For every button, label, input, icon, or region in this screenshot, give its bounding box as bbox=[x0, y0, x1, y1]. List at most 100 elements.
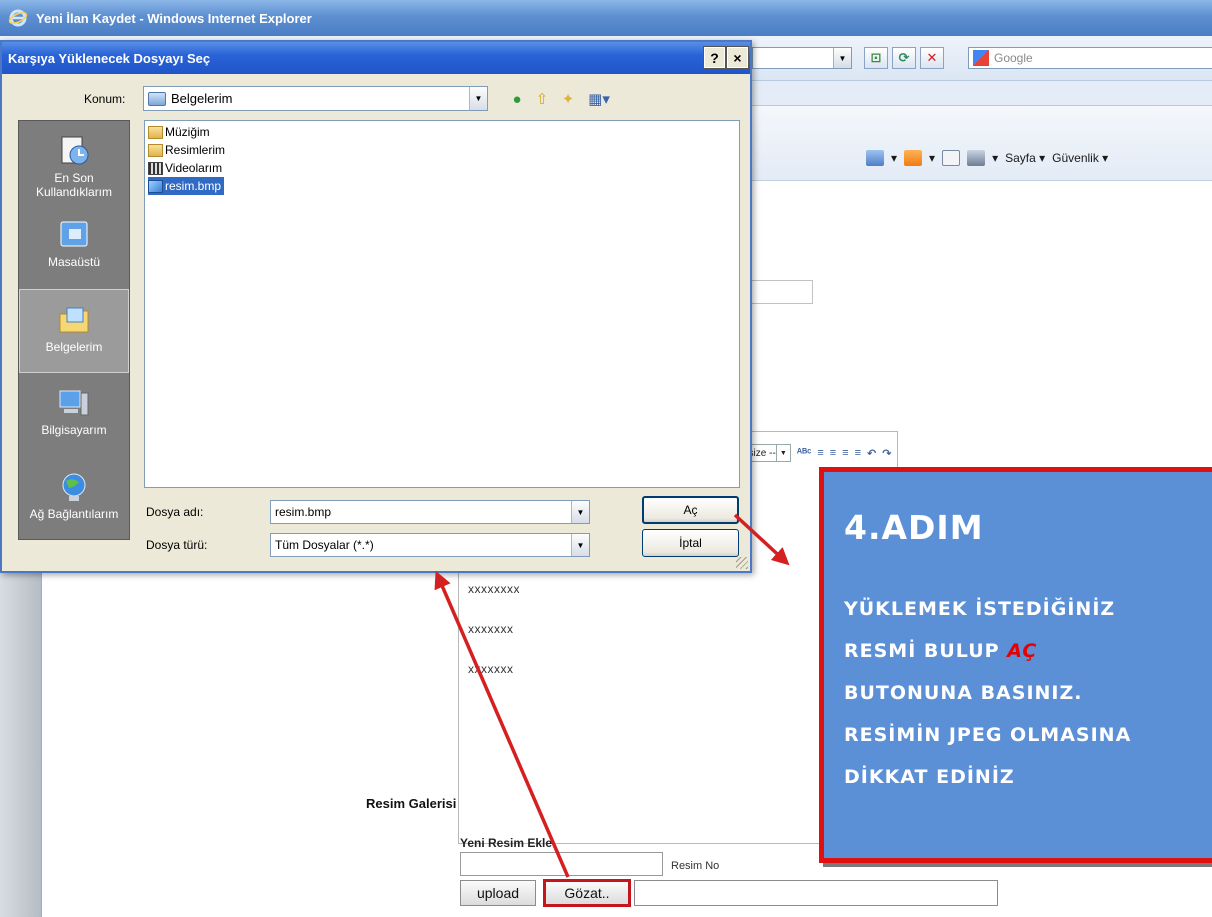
location-combo[interactable]: Belgelerim ▼ bbox=[143, 86, 488, 111]
list-item[interactable]: Resimlerim bbox=[148, 141, 228, 159]
image-number-input[interactable] bbox=[460, 852, 663, 876]
file-path-input[interactable] bbox=[634, 880, 998, 906]
help-button[interactable]: ? bbox=[703, 46, 726, 69]
video-folder-icon bbox=[148, 161, 163, 175]
callout-line-prefix: RESMİ BULUP bbox=[844, 640, 1008, 662]
callout-line: RESİMİN JPEG OLMASINA bbox=[844, 724, 1132, 746]
rss-feed-icon[interactable] bbox=[904, 150, 923, 166]
align-center-icon[interactable]: ≡ bbox=[830, 447, 836, 459]
redo-icon[interactable]: ↷ bbox=[882, 447, 891, 460]
editor-text-line: xxxxxxx bbox=[468, 622, 514, 636]
filename-dropdown-icon[interactable]: ▼ bbox=[571, 501, 589, 523]
place-label: Bilgisayarım bbox=[41, 423, 107, 437]
file-upload-dialog: Karşıya Yüklenecek Dosyayı Seç ? × Konum… bbox=[0, 40, 752, 573]
my-documents-icon bbox=[148, 91, 166, 106]
place-label: Ağ Bağlantılarım bbox=[29, 507, 119, 521]
upload-button[interactable]: upload bbox=[460, 880, 536, 906]
file-list[interactable]: Müziğim Resimlerim Videolarım resim.bmp bbox=[144, 120, 740, 488]
instruction-callout: 4.ADIM YÜKLEMEK İSTEDİĞİNİZ RESMİ BULUP … bbox=[819, 467, 1212, 863]
callout-line: BUTONUNA BASINIZ. bbox=[844, 682, 1083, 704]
spellcheck-icon[interactable]: ᴬᴮᶜ bbox=[797, 447, 812, 459]
undo-icon[interactable]: ↶ bbox=[867, 447, 876, 460]
compatibility-icon[interactable]: ⊡ bbox=[864, 47, 888, 69]
my-documents-icon bbox=[59, 307, 89, 333]
dialog-title: Karşıya Yüklenecek Dosyayı Seç bbox=[8, 50, 211, 66]
search-input[interactable]: Google bbox=[968, 47, 1212, 69]
location-dropdown-icon[interactable]: ▼ bbox=[469, 87, 487, 110]
home-dropdown-icon[interactable]: ▾ bbox=[891, 151, 897, 165]
view-menu-icon[interactable]: ▦▾ bbox=[584, 89, 614, 109]
place-my-documents[interactable]: Belgelerim bbox=[19, 289, 129, 373]
network-icon bbox=[62, 473, 86, 501]
filename-input[interactable]: resim.bmp ▼ bbox=[270, 500, 590, 524]
dialog-title-bar: Karşıya Yüklenecek Dosyayı Seç bbox=[2, 42, 750, 74]
file-name: Müziğim bbox=[165, 125, 210, 139]
print-dropdown-icon[interactable]: ▾ bbox=[992, 151, 998, 165]
filename-value: resim.bmp bbox=[275, 505, 332, 519]
callout-line: RESMİ BULUP AÇ bbox=[844, 640, 1037, 662]
folder-icon bbox=[148, 143, 163, 157]
stop-icon[interactable]: ✕ bbox=[920, 47, 944, 69]
recent-documents-icon bbox=[61, 136, 89, 165]
print-icon[interactable] bbox=[967, 150, 986, 166]
open-button[interactable]: Aç bbox=[642, 496, 739, 524]
list-item[interactable]: Videolarım bbox=[148, 159, 225, 177]
callout-title: 4.ADIM bbox=[844, 508, 984, 547]
filetype-value: Tüm Dosyalar (*.*) bbox=[275, 538, 374, 552]
filetype-dropdown-icon[interactable]: ▼ bbox=[571, 534, 589, 556]
file-name: Resimlerim bbox=[165, 143, 225, 157]
page-menu[interactable]: Sayfa ▾ bbox=[1005, 151, 1045, 165]
filetype-label: Dosya türü: bbox=[146, 538, 208, 552]
justify-icon[interactable]: ≡ bbox=[855, 447, 861, 459]
file-name: Videolarım bbox=[165, 161, 223, 175]
google-icon bbox=[973, 50, 989, 66]
gallery-title: Resim Galerisi bbox=[366, 796, 457, 811]
callout-line: YÜKLEMEK İSTEDİĞİNİZ bbox=[844, 598, 1116, 620]
close-button[interactable]: × bbox=[726, 46, 749, 69]
list-item[interactable]: resim.bmp bbox=[148, 177, 225, 195]
cancel-button[interactable]: İptal bbox=[642, 529, 739, 557]
font-size-dropdown-icon[interactable]: ▼ bbox=[775, 445, 790, 461]
up-folder-icon[interactable]: ⇧ bbox=[532, 89, 552, 109]
new-image-label: Yeni Resim Ekle bbox=[460, 836, 553, 850]
filetype-select[interactable]: Tüm Dosyalar (*.*) ▼ bbox=[270, 533, 590, 557]
filename-label: Dosya adı: bbox=[146, 505, 204, 519]
address-bar[interactable]: ▼ bbox=[752, 47, 852, 69]
editor-text-line: xxxxxxx bbox=[468, 662, 514, 676]
security-menu[interactable]: Güvenlik ▾ bbox=[1052, 151, 1108, 165]
desktop-icon bbox=[60, 221, 88, 247]
bitmap-file-icon bbox=[148, 179, 163, 193]
form-text-field[interactable] bbox=[748, 280, 813, 304]
align-left-icon[interactable]: ≡ bbox=[817, 447, 823, 459]
callout-line: DİKKAT EDİNİZ bbox=[844, 766, 1015, 788]
location-value: Belgelerim bbox=[171, 91, 233, 106]
browse-button[interactable]: Gözat.. bbox=[543, 879, 631, 907]
internet-explorer-icon bbox=[8, 9, 28, 27]
place-label: En Son Kullandıklarım bbox=[35, 171, 113, 199]
list-item[interactable]: Müziğim bbox=[148, 123, 213, 141]
place-label: Masaüstü bbox=[47, 255, 101, 269]
places-bar: En Son Kullandıklarım Masaüstü Belgeleri… bbox=[18, 120, 130, 540]
home-icon[interactable] bbox=[866, 150, 884, 166]
callout-highlight: AÇ bbox=[1007, 640, 1038, 662]
editor-text-line: xxxxxxxx bbox=[468, 582, 520, 596]
resize-grip[interactable] bbox=[736, 557, 748, 569]
location-label: Konum: bbox=[84, 92, 126, 106]
mail-icon[interactable] bbox=[942, 150, 961, 166]
place-my-computer[interactable]: Bilgisayarım bbox=[19, 373, 129, 457]
editor-toolbar: t size -- ▼ ᴬᴮᶜ ≡ ≡ ≡ ≡ ↶ ↷ bbox=[740, 438, 891, 468]
feed-dropdown-icon[interactable]: ▾ bbox=[929, 151, 935, 165]
back-icon[interactable]: ● bbox=[507, 89, 527, 109]
place-label: Belgelerim bbox=[45, 340, 103, 354]
place-recent[interactable]: En Son Kullandıklarım bbox=[19, 121, 129, 205]
refresh-icon[interactable]: ⟳ bbox=[892, 47, 916, 69]
music-folder-icon bbox=[148, 125, 163, 139]
align-right-icon[interactable]: ≡ bbox=[842, 447, 848, 459]
image-number-label: Resim No bbox=[671, 860, 720, 872]
place-network[interactable]: Ağ Bağlantılarım bbox=[19, 457, 129, 541]
place-desktop[interactable]: Masaüstü bbox=[19, 205, 129, 289]
search-placeholder: Google bbox=[994, 51, 1033, 65]
address-dropdown-icon[interactable]: ▼ bbox=[833, 48, 851, 68]
new-folder-icon[interactable]: ✦ bbox=[558, 89, 578, 109]
file-name: resim.bmp bbox=[165, 179, 222, 193]
